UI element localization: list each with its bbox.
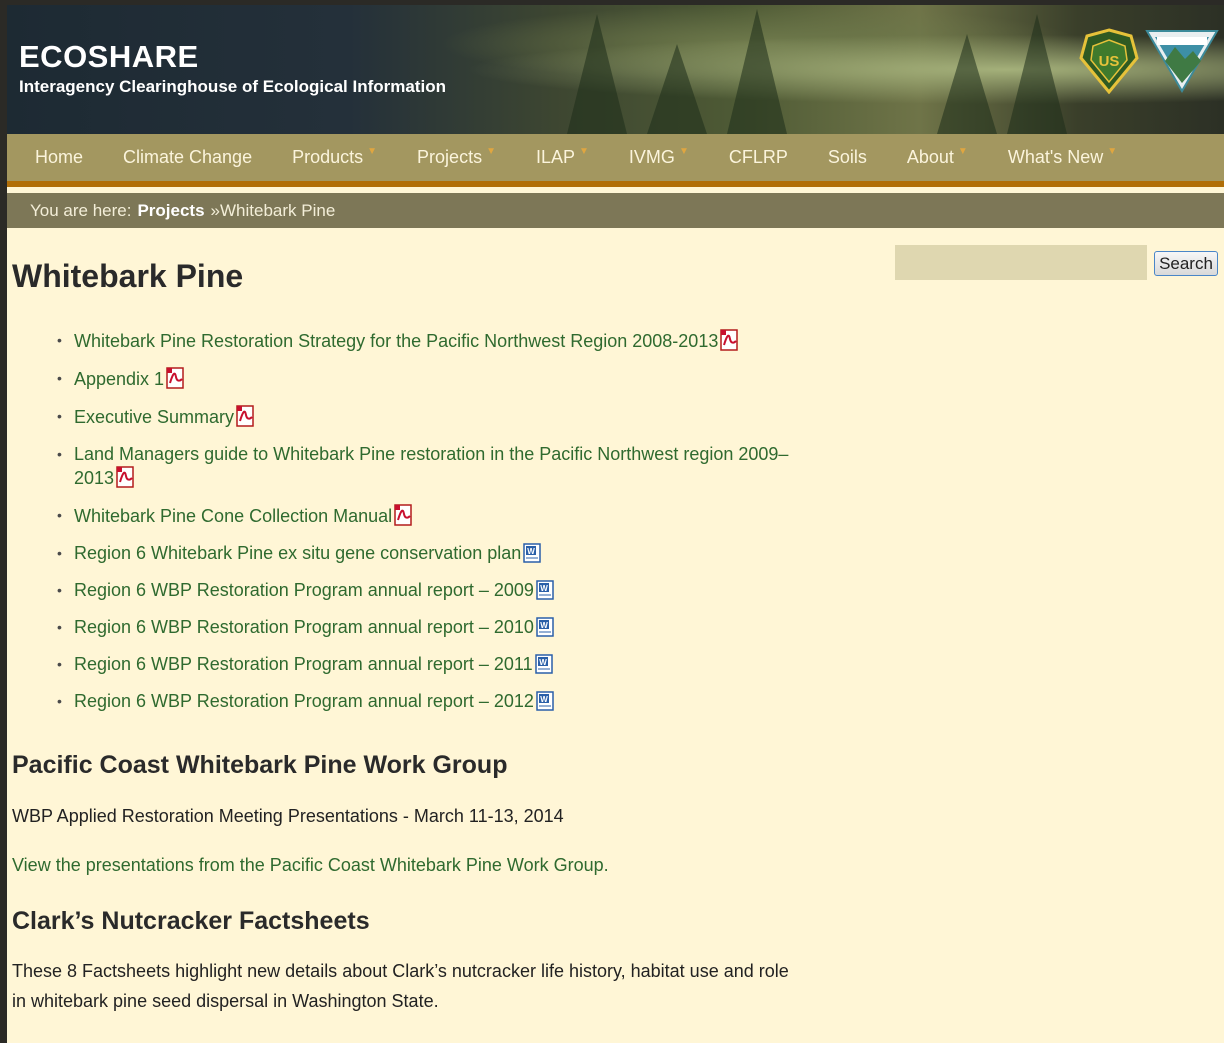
list-item: Whitebark Pine Cone Collection Manual (57, 504, 817, 528)
breadcrumb-prefix: You are here: (30, 200, 132, 220)
svg-text:US: US (1099, 53, 1120, 70)
nav-item-label: Products (292, 147, 364, 167)
list-item: Region 6 WBP Restoration Program annual … (57, 579, 817, 602)
pdf-icon[interactable] (166, 367, 186, 389)
meeting-text: WBP Applied Restoration Meeting Presenta… (12, 806, 564, 826)
dropdown-caret-icon: ▼ (1107, 146, 1118, 157)
nav-item-soils[interactable]: Soils (808, 134, 887, 181)
header-tree-shape (567, 14, 627, 134)
site-subtitle: Interagency Clearinghouse of Ecological … (19, 77, 446, 96)
nav-item-label: Home (35, 147, 84, 167)
page-frame: ECOSHARE Interagency Clearinghouse of Ec… (7, 5, 1224, 1043)
nav-item-label: Soils (827, 147, 867, 167)
word-doc-icon[interactable]: W (523, 543, 543, 563)
nutcracker-heading: Clark’s Nutcracker Factsheets (12, 907, 370, 935)
document-link[interactable]: Region 6 WBP Restoration Program annual … (74, 580, 534, 600)
nav-item-label: What's New (1007, 147, 1104, 167)
document-link[interactable]: Land Managers guide to Whitebark Pine re… (74, 444, 788, 488)
nutcracker-text: These 8 Factsheets highlight new details… (12, 961, 789, 1011)
page-title: Whitebark Pine (12, 258, 244, 294)
header-tree-shape (727, 9, 787, 134)
document-list: Whitebark Pine Restoration Strategy for … (57, 329, 817, 713)
list-item: Region 6 WBP Restoration Program annual … (57, 690, 817, 713)
document-link[interactable]: Appendix 1 (74, 369, 164, 389)
main-nav: Home Climate Change Products ▼ Projects ▼ … (7, 134, 1224, 187)
list-item: Executive Summary (57, 405, 817, 429)
nav-item-home[interactable]: Home (7, 134, 103, 181)
nav-item-label: Climate Change (123, 147, 253, 167)
word-doc-icon[interactable]: W (536, 691, 556, 711)
breadcrumb-link-projects[interactable]: Projects (137, 201, 204, 221)
nav-item-climate-change[interactable]: Climate Change (103, 134, 272, 181)
nav-item-label: ILAP (535, 147, 576, 167)
list-item: Whitebark Pine Restoration Strategy for … (57, 329, 817, 353)
svg-text:W: W (540, 695, 548, 704)
nav-item-ilap[interactable]: ILAP ▼ (516, 134, 609, 181)
nav-item-whats-new[interactable]: What's New ▼ (988, 134, 1137, 181)
header-tree-shape (937, 34, 997, 134)
nav-item-projects[interactable]: Projects ▼ (397, 134, 516, 181)
document-link[interactable]: Whitebark Pine Restoration Strategy for … (74, 331, 718, 351)
header-tree-shape (1007, 14, 1067, 134)
site-header: ECOSHARE Interagency Clearinghouse of Ec… (7, 5, 1224, 134)
search-button[interactable]: Search (1154, 251, 1218, 276)
nav-item-label: IVMG (628, 147, 675, 167)
nav-item-ivmg[interactable]: IVMG ▼ (609, 134, 709, 181)
pdf-icon[interactable] (116, 466, 136, 488)
presentations-link[interactable]: View the presentations from the Pacific … (12, 850, 812, 880)
dropdown-caret-icon: ▼ (579, 146, 589, 157)
list-item: Region 6 WBP Restoration Program annual … (57, 653, 817, 676)
nav-item-about[interactable]: About ▼ (887, 134, 988, 181)
svg-text:W: W (540, 584, 548, 593)
word-doc-icon[interactable]: W (536, 617, 556, 637)
svg-text:W: W (528, 547, 536, 556)
list-item: Region 6 Whitebark Pine ex situ gene con… (57, 542, 817, 565)
nav-item-label: Projects (417, 147, 483, 167)
breadcrumb: You are here: Projects »Whitebark Pine (7, 193, 1224, 228)
pdf-icon[interactable] (394, 504, 414, 526)
word-doc-icon[interactable]: W (536, 580, 556, 600)
dropdown-caret-icon: ▼ (957, 146, 968, 157)
header-tree-shape (647, 44, 707, 134)
svg-text:W: W (540, 621, 548, 630)
document-link[interactable]: Region 6 Whitebark Pine ex situ gene con… (74, 543, 521, 563)
blm-logo-icon[interactable] (1145, 27, 1219, 93)
dropdown-caret-icon: ▼ (367, 146, 378, 157)
nav-item-label: CFLRP (728, 147, 788, 167)
dropdown-caret-icon: ▼ (486, 146, 496, 157)
document-link[interactable]: Executive Summary (74, 407, 234, 427)
document-link[interactable]: Region 6 WBP Restoration Program annual … (74, 691, 534, 711)
site-title[interactable]: ECOSHARE (19, 39, 199, 75)
pdf-icon[interactable] (720, 329, 740, 351)
search-input[interactable] (895, 245, 1147, 280)
svg-text:W: W (539, 658, 547, 667)
nav-item-cflrp[interactable]: CFLRP (709, 134, 808, 181)
nav-item-label: About (906, 147, 954, 167)
document-link[interactable]: Region 6 WBP Restoration Program annual … (74, 654, 533, 674)
nav-item-products[interactable]: Products ▼ (272, 134, 397, 181)
document-link[interactable]: Whitebark Pine Cone Collection Manual (74, 506, 392, 526)
pdf-icon[interactable] (236, 405, 256, 427)
usfs-shield-logo-icon[interactable]: US (1079, 28, 1139, 94)
workgroup-heading: Pacific Coast Whitebark Pine Work Group (12, 751, 508, 779)
document-link[interactable]: Region 6 WBP Restoration Program annual … (74, 617, 534, 637)
list-item: Appendix 1 (57, 367, 817, 391)
breadcrumb-current: »Whitebark Pine (210, 200, 336, 220)
list-item: Land Managers guide to Whitebark Pine re… (57, 443, 817, 490)
list-item: Region 6 WBP Restoration Program annual … (57, 616, 817, 639)
dropdown-caret-icon: ▼ (678, 146, 689, 157)
word-doc-icon[interactable]: W (534, 654, 555, 674)
